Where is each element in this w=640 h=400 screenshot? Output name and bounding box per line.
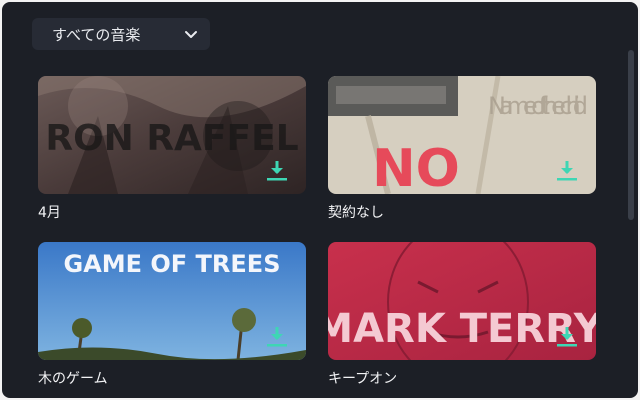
album-art-text: RON RAFFEL — [45, 118, 298, 159]
track-title: 契約なし — [328, 205, 384, 221]
track-card-april[interactable]: RON RAFFEL 4月 — [38, 76, 306, 221]
music-filter-dropdown[interactable]: すべての音楽 — [32, 18, 210, 50]
album-art-text: NO — [372, 139, 460, 194]
album-art-subtext: Name of the child — [488, 92, 588, 120]
download-icon[interactable] — [554, 158, 580, 184]
track-title: 4月 — [38, 205, 61, 221]
music-filter-label: すべての音楽 — [52, 25, 141, 44]
track-thumbnail[interactable]: NO Name of the child — [328, 76, 596, 194]
track-card-no-contract[interactable]: NO Name of the child 契約なし — [328, 76, 596, 221]
track-thumbnail[interactable]: GAME OF TREES — [38, 242, 306, 360]
track-thumbnail[interactable]: MARK TERRY — [328, 242, 596, 360]
album-art-text: GAME OF TREES — [64, 250, 281, 278]
track-thumbnail[interactable]: RON RAFFEL — [38, 76, 306, 194]
track-card-game-of-trees[interactable]: GAME OF TREES 木のゲーム — [38, 242, 306, 387]
download-icon[interactable] — [554, 324, 580, 350]
track-card-keep-on[interactable]: MARK TERRY キープオン — [328, 242, 596, 387]
track-title: 木のゲーム — [38, 371, 108, 387]
chevron-down-icon — [185, 31, 197, 38]
music-library-panel: すべての音楽 RON RAFFEL 4月 NO Name of the chil… — [2, 2, 638, 398]
track-title: キープオン — [328, 371, 398, 387]
scrollbar[interactable] — [628, 50, 634, 220]
download-icon[interactable] — [264, 324, 290, 350]
download-icon[interactable] — [264, 158, 290, 184]
